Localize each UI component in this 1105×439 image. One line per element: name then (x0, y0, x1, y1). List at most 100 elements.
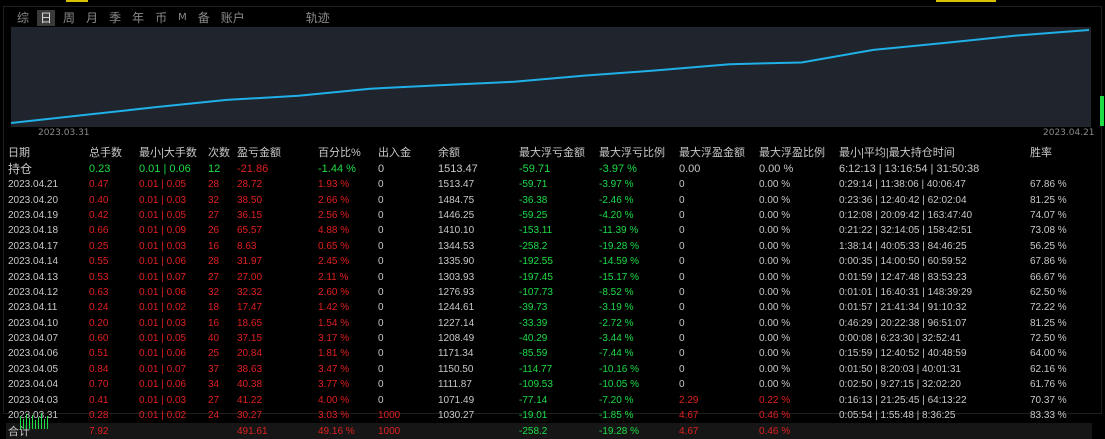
cell-mddp: -19.28 % (599, 240, 640, 252)
table-row[interactable]: 2023.04.18 0.66 0.01 | 0.09 26 65.57 4.88 % 0 1… (6, 223, 1092, 238)
cell-pct: 2.56 % (318, 209, 350, 221)
column-header-12[interactable]: 最小|平均|最大持仓时间 (837, 144, 1028, 160)
cell-pnl: 38.50 (237, 194, 263, 206)
tab-4[interactable]: 季 (106, 10, 124, 26)
cell-mfe: 0 (679, 240, 685, 252)
tab-5[interactable]: 年 (129, 10, 147, 26)
table-row[interactable]: 2023.03.31 0.28 0.01 | 0.02 24 30.27 3.03 % 10… (6, 408, 1092, 423)
cell-mfep: 0.00 % (759, 271, 791, 283)
cell-flow: 0 (378, 240, 384, 252)
tab-0[interactable]: 综 (14, 10, 32, 26)
table-row[interactable]: 2023.04.13 0.53 0.01 | 0.07 27 27.00 2.11 % 0 1… (6, 269, 1092, 284)
table-row[interactable]: 2023.04.21 0.47 0.01 | 0.05 28 28.72 1.93 % 0 1… (6, 177, 1092, 192)
cell-balance: 1276.93 (438, 286, 475, 298)
cell-lots: 0.41 (89, 394, 109, 406)
holding-row[interactable]: 持仓 0.23 0.01 | 0.06 12 -21.86 -1.44 % 0 1513.47… (6, 160, 1092, 177)
cell-count: 16 (208, 240, 220, 252)
cell-minmax: 0.01 | 0.06 (139, 256, 187, 268)
cell-mdd: -114.77 (519, 363, 553, 375)
tab-10[interactable]: 轨迹 (303, 10, 333, 26)
table-row[interactable]: 2023.04.04 0.70 0.01 | 0.06 34 40.38 3.77 % 0 1… (6, 377, 1092, 392)
column-header-2[interactable]: 最小|大手数 (137, 144, 206, 160)
table-row[interactable]: 2023.04.19 0.42 0.01 | 0.05 27 36.15 2.56 % 0 1… (6, 208, 1092, 223)
column-header-13[interactable]: 胜率 (1028, 144, 1092, 160)
cell-mfe: 0 (679, 271, 685, 283)
chart-end-date: 2023.04.21 (1043, 128, 1095, 138)
cell-date: 2023.04.18 (8, 225, 59, 237)
column-header-6[interactable]: 出入金 (376, 144, 436, 160)
cell-flow: 0 (378, 162, 385, 175)
tab-6[interactable]: 币 (152, 10, 170, 26)
cell-pnl: 20.84 (237, 348, 263, 360)
cell-mddp: -7.44 % (599, 348, 634, 360)
table-row[interactable]: 2023.04.10 0.20 0.01 | 0.03 16 18.65 1.54 % 0 1… (6, 316, 1092, 331)
cell-lots: 0.66 (89, 225, 109, 237)
cell-win: 72.22 % (1030, 302, 1067, 314)
cell-mddp: -4.20 % (599, 209, 634, 221)
cell-pnl: 28.72 (237, 179, 263, 191)
cell-mfep: 0.00 % (759, 209, 791, 221)
column-header-0[interactable]: 日期 (6, 144, 87, 160)
table-row[interactable]: 2023.04.03 0.41 0.01 | 0.03 27 41.22 4.00 % 0 1… (6, 392, 1092, 407)
cell-balance: 1244.61 (438, 302, 475, 314)
table-row[interactable]: 2023.04.07 0.60 0.01 | 0.05 40 37.15 3.17 % 0 1… (6, 331, 1092, 346)
tab-9[interactable]: 账户 (218, 10, 248, 26)
column-header-7[interactable]: 余额 (436, 144, 517, 160)
cell-pct: 3.03 % (318, 410, 350, 422)
table-row[interactable]: 2023.04.17 0.25 0.01 | 0.03 16 8.63 0.65 % 0 13… (6, 239, 1092, 254)
cell-mfe: 0 (679, 363, 685, 375)
table-row[interactable]: 2023.04.12 0.63 0.01 | 0.06 32 32.32 2.60 % 0 1… (6, 285, 1092, 300)
column-header-8[interactable]: 最大浮亏金额 (517, 144, 597, 160)
cell-minmax: 0.01 | 0.05 (139, 209, 187, 221)
cell-mdd: -59.25 (519, 209, 548, 221)
cell-mfe: 0 (679, 348, 685, 360)
cell-time: 0:29:14 | 11:38:06 | 40:06:47 (839, 179, 966, 191)
table-row[interactable]: 2023.04.11 0.24 0.01 | 0.02 18 17.47 1.42 % 0 1… (6, 300, 1092, 315)
column-header-3[interactable]: 次数 (206, 144, 235, 160)
cell-time: 0:00:35 | 14:00:50 | 60:59:52 (839, 256, 967, 268)
cell-mfe: 4.67 (679, 410, 699, 422)
table-row[interactable]: 2023.04.14 0.55 0.01 | 0.06 28 31.97 2.45 % 0 1… (6, 254, 1092, 269)
cell-mfep: 0.00 % (759, 333, 791, 345)
cell-lots: 0.28 (89, 410, 109, 422)
cell-time: 0:46:29 | 20:22:38 | 96:51:07 (839, 317, 967, 329)
table-row[interactable]: 2023.04.20 0.40 0.01 | 0.03 32 38.50 2.66 % 0 1… (6, 192, 1092, 207)
cell-flow: 0 (378, 317, 384, 329)
cell-lots: 0.24 (89, 302, 109, 314)
cell-time: 0:05:54 | 1:55:48 | 8:36:25 (839, 410, 956, 422)
column-header-5[interactable]: 百分比% (316, 144, 376, 160)
cell-count: 37 (208, 363, 220, 375)
cell-mfe: 0 (679, 179, 685, 191)
cell-time: 0:01:01 | 16:40:31 | 148:39:29 (839, 286, 973, 298)
column-header-10[interactable]: 最大浮盈金额 (677, 144, 757, 160)
total-row[interactable]: 合计 7.92 491.61 49.16 % 1000 -258.2 -19.28 % 4.6… (6, 423, 1092, 439)
column-header-4[interactable]: 盈亏金额 (235, 144, 316, 160)
column-header-1[interactable]: 总手数 (87, 144, 137, 160)
cell-mdd: -33.39 (519, 317, 548, 329)
table-row[interactable]: 2023.04.06 0.51 0.01 | 0.06 25 20.84 1.81 % 0 1… (6, 346, 1092, 361)
cell-win: 66.67 % (1030, 271, 1067, 283)
tab-7[interactable]: M (175, 10, 190, 26)
cell-lots: 0.47 (89, 179, 109, 191)
cell-mdd: -39.73 (519, 302, 548, 314)
cell-win: 73.08 % (1030, 225, 1067, 237)
cell-lots: 0.55 (89, 256, 109, 268)
column-header-9[interactable]: 最大浮亏比例 (597, 144, 677, 160)
tab-3[interactable]: 月 (83, 10, 101, 26)
tab-1[interactable]: 日 (37, 10, 56, 26)
cell-date: 2023.04.14 (8, 256, 59, 268)
tab-2[interactable]: 周 (60, 10, 78, 26)
cell-pct: 2.11 % (318, 271, 349, 283)
cell-mdd: -258.2 (519, 240, 548, 252)
equity-chart-svg (11, 29, 1090, 124)
table-row[interactable]: 2023.04.05 0.84 0.01 | 0.07 37 38.63 3.47 % 0 1… (6, 362, 1092, 377)
column-header-11[interactable]: 最大浮盈比例 (757, 144, 837, 160)
cell-mddp: -2.72 % (599, 317, 634, 329)
cell-pct: 2.60 % (318, 286, 350, 298)
tab-8[interactable]: 备 (195, 10, 213, 26)
cell-time: 0:01:57 | 21:41:34 | 91:10:32 (839, 302, 967, 314)
cell-mddp: -1.85 % (599, 410, 634, 422)
cell-time: 0:15:59 | 12:40:52 | 40:48:59 (839, 348, 967, 360)
cell-mdd: -197.45 (519, 271, 553, 283)
cell-mdd: -107.73 (519, 286, 553, 298)
